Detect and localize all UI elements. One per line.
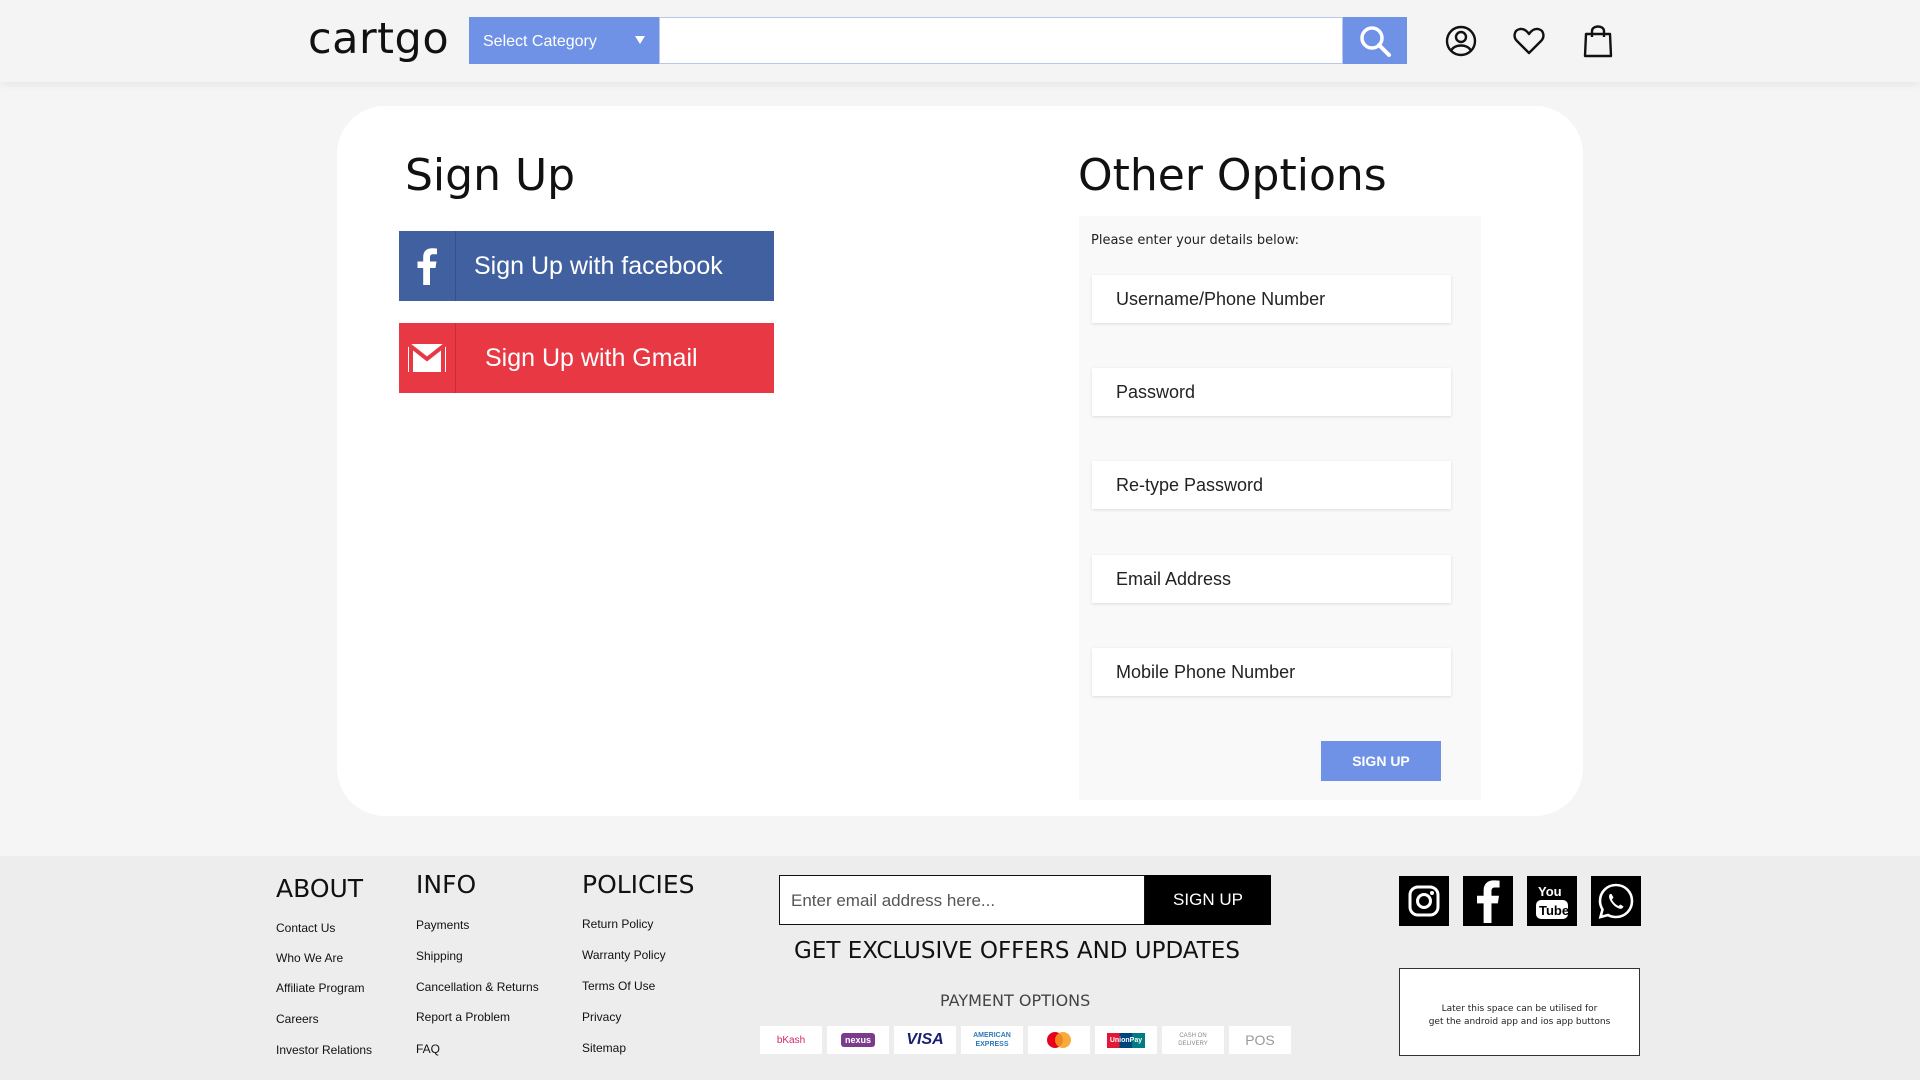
info-title: INFO <box>416 870 477 899</box>
shopping-bag-icon <box>1583 25 1613 58</box>
search-icon <box>1360 25 1391 57</box>
footer-link-terms-of-use[interactable]: Terms Of Use <box>582 979 655 993</box>
app-box-line-1: Later this space can be utilised for <box>1441 1004 1598 1014</box>
form-hint: Please enter your details below: <box>1091 233 1300 248</box>
newsletter-signup-button[interactable]: SIGN UP <box>1145 875 1271 925</box>
signup-button[interactable]: SIGN UP <box>1321 741 1441 781</box>
mastercard-logo <box>1028 1026 1090 1054</box>
footer-link-faq[interactable]: FAQ <box>416 1042 440 1056</box>
signup-title: Sign Up <box>405 150 576 201</box>
category-select-label: Select Category <box>483 33 597 50</box>
instagram-link[interactable] <box>1399 876 1449 926</box>
youtube-icon: You Tube <box>1536 884 1569 919</box>
logo[interactable]: cartgo <box>308 14 449 64</box>
footer-link-who-we-are[interactable]: Who We Are <box>276 951 343 965</box>
user-icon <box>1445 25 1477 57</box>
footer-link-privacy[interactable]: Privacy <box>582 1010 621 1024</box>
bkash-logo: bKash <box>760 1026 822 1054</box>
svg-text:You: You <box>1538 884 1562 899</box>
policies-title: POLICIES <box>582 870 695 899</box>
footer-link-payments[interactable]: Payments <box>416 918 469 932</box>
category-select[interactable]: Select Category <box>469 17 659 64</box>
nexus-logo: nexus <box>827 1026 889 1054</box>
pos-logo: POS <box>1229 1026 1291 1054</box>
footer-link-shipping[interactable]: Shipping <box>416 949 463 963</box>
footer-link-cancellation-returns[interactable]: Cancellation & Returns <box>416 980 539 994</box>
footer-link-careers[interactable]: Careers <box>276 1012 319 1026</box>
password-field[interactable]: Password <box>1092 368 1451 416</box>
whatsapp-icon <box>1598 883 1634 919</box>
account-button[interactable] <box>1444 24 1478 58</box>
cash-on-delivery-logo: CASH ON DELIVERY <box>1162 1026 1224 1054</box>
mobile-phone-field[interactable]: Mobile Phone Number <box>1092 648 1451 696</box>
username-field[interactable]: Username/Phone Number <box>1092 275 1451 323</box>
gmail-signup-button[interactable]: Sign Up with Gmail <box>399 323 774 393</box>
footer-link-investor-relations[interactable]: Investor Relations <box>276 1043 372 1057</box>
svg-text:Tube: Tube <box>1539 903 1569 918</box>
offers-text: GET EXCLUSIVE OFFERS AND UPDATES <box>794 938 1240 964</box>
other-options-title: Other Options <box>1078 150 1387 201</box>
youtube-link[interactable]: You Tube <box>1527 876 1577 926</box>
header: cartgo Select Category <box>0 0 1920 82</box>
facebook-icon <box>1477 880 1500 923</box>
footer-link-return-policy[interactable]: Return Policy <box>582 917 653 931</box>
gmail-icon <box>399 323 456 393</box>
amex-logo: AMERICAN EXPRESS <box>961 1026 1023 1054</box>
retype-password-field[interactable]: Re-type Password <box>1092 461 1451 509</box>
payment-methods: bKash nexus VISA AMERICAN EXPRESS UnionP… <box>760 1026 1291 1054</box>
unionpay-logo: UnionPay <box>1095 1026 1157 1054</box>
instagram-icon <box>1408 885 1440 917</box>
search-button[interactable] <box>1343 17 1407 64</box>
footer-link-contact-us[interactable]: Contact Us <box>276 921 335 935</box>
facebook-link[interactable] <box>1463 876 1513 926</box>
cart-button[interactable] <box>1581 24 1615 58</box>
facebook-icon <box>399 231 456 301</box>
footer-link-affiliate-program[interactable]: Affiliate Program <box>276 981 364 995</box>
facebook-signup-label: Sign Up with facebook <box>474 251 723 280</box>
visa-logo: VISA <box>894 1026 956 1054</box>
app-box-line-2: get the android app and ios app buttons <box>1428 1017 1611 1027</box>
whatsapp-link[interactable] <box>1591 876 1641 926</box>
footer-link-report-problem[interactable]: Report a Problem <box>416 1010 510 1024</box>
about-title: ABOUT <box>276 874 364 903</box>
email-field[interactable]: Email Address <box>1092 555 1451 603</box>
payment-options-title: PAYMENT OPTIONS <box>940 991 1091 1010</box>
search-input[interactable] <box>659 17 1343 64</box>
footer-link-sitemap[interactable]: Sitemap <box>582 1041 626 1055</box>
newsletter-email-input[interactable]: Enter email address here... <box>779 875 1145 925</box>
facebook-signup-button[interactable]: Sign Up with facebook <box>399 231 774 301</box>
gmail-signup-label: Sign Up with Gmail <box>485 343 698 372</box>
footer-link-warranty-policy[interactable]: Warranty Policy <box>582 948 666 962</box>
app-download-placeholder: Later this space can be utilised for get… <box>1399 968 1640 1056</box>
heart-icon <box>1513 27 1545 55</box>
wishlist-button[interactable] <box>1512 24 1546 58</box>
chevron-down-icon <box>635 36 645 44</box>
